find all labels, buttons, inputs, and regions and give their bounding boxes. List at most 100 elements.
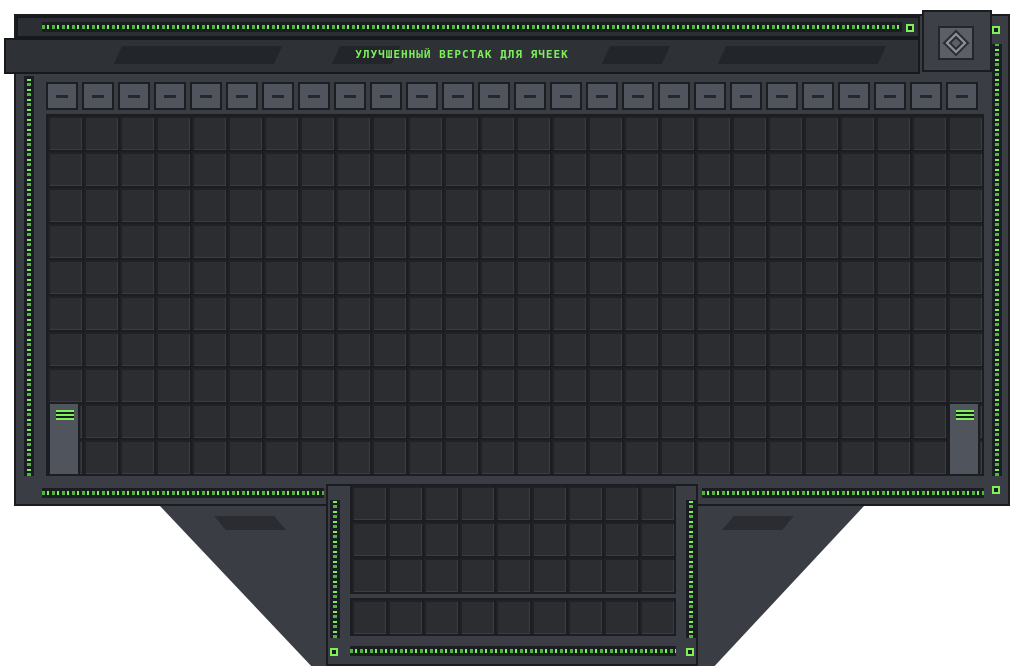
inventory-slot[interactable]	[660, 188, 694, 222]
inventory-slot[interactable]	[372, 116, 406, 150]
output-slot[interactable]	[604, 600, 638, 634]
inventory-slot[interactable]	[588, 368, 622, 402]
crafting-slot[interactable]	[352, 522, 386, 556]
inventory-slot[interactable]	[696, 224, 730, 258]
inventory-slot[interactable]	[516, 368, 550, 402]
inventory-slot[interactable]	[84, 152, 118, 186]
inventory-slot[interactable]	[732, 188, 766, 222]
inventory-slot[interactable]	[588, 260, 622, 294]
crafting-slot[interactable]	[640, 522, 674, 556]
inventory-slot[interactable]	[228, 332, 262, 366]
inventory-slot[interactable]	[408, 152, 442, 186]
inventory-slot[interactable]	[192, 188, 226, 222]
inventory-slot[interactable]	[804, 116, 838, 150]
inventory-slot[interactable]	[48, 332, 82, 366]
tab-button[interactable]	[370, 82, 402, 110]
inventory-slot[interactable]	[480, 404, 514, 438]
crafting-slot[interactable]	[352, 558, 386, 592]
inventory-slot[interactable]	[912, 440, 946, 474]
inventory-slot[interactable]	[552, 440, 586, 474]
tab-button[interactable]	[658, 82, 690, 110]
inventory-slot[interactable]	[444, 440, 478, 474]
inventory-slot[interactable]	[696, 368, 730, 402]
tab-button[interactable]	[586, 82, 618, 110]
crafting-slot[interactable]	[532, 486, 566, 520]
inventory-slot[interactable]	[876, 404, 910, 438]
inventory-slot[interactable]	[840, 116, 874, 150]
inventory-slot[interactable]	[552, 368, 586, 402]
inventory-slot[interactable]	[300, 224, 334, 258]
inventory-slot[interactable]	[804, 404, 838, 438]
inventory-slot[interactable]	[336, 404, 370, 438]
inventory-slot[interactable]	[336, 260, 370, 294]
tab-button[interactable]	[622, 82, 654, 110]
inventory-slot[interactable]	[660, 224, 694, 258]
inventory-slot[interactable]	[696, 332, 730, 366]
inventory-slot[interactable]	[912, 116, 946, 150]
inventory-slot[interactable]	[408, 368, 442, 402]
inventory-slot[interactable]	[552, 188, 586, 222]
inventory-slot[interactable]	[48, 368, 82, 402]
inventory-slot[interactable]	[768, 188, 802, 222]
inventory-slot[interactable]	[804, 296, 838, 330]
inventory-slot[interactable]	[84, 440, 118, 474]
crafting-slot[interactable]	[460, 486, 494, 520]
inventory-slot[interactable]	[624, 296, 658, 330]
inventory-slot[interactable]	[84, 404, 118, 438]
inventory-slot[interactable]	[876, 296, 910, 330]
inventory-slot[interactable]	[192, 260, 226, 294]
inventory-slot[interactable]	[264, 260, 298, 294]
inventory-slot[interactable]	[660, 404, 694, 438]
inventory-slot[interactable]	[804, 188, 838, 222]
inventory-slot[interactable]	[264, 404, 298, 438]
inventory-slot[interactable]	[912, 332, 946, 366]
inventory-slot[interactable]	[372, 368, 406, 402]
inventory-slot[interactable]	[840, 404, 874, 438]
inventory-slot[interactable]	[948, 152, 982, 186]
left-side-tab[interactable]	[48, 402, 80, 476]
inventory-slot[interactable]	[48, 188, 82, 222]
inventory-slot[interactable]	[444, 188, 478, 222]
inventory-slot[interactable]	[732, 368, 766, 402]
inventory-slot[interactable]	[228, 152, 262, 186]
inventory-slot[interactable]	[660, 152, 694, 186]
inventory-slot[interactable]	[444, 332, 478, 366]
inventory-slot[interactable]	[696, 260, 730, 294]
inventory-slot[interactable]	[516, 116, 550, 150]
crafting-slot[interactable]	[388, 522, 422, 556]
crafting-slot[interactable]	[604, 558, 638, 592]
tab-button[interactable]	[514, 82, 546, 110]
inventory-slot[interactable]	[264, 368, 298, 402]
inventory-slot[interactable]	[120, 368, 154, 402]
output-slot[interactable]	[532, 600, 566, 634]
output-slot[interactable]	[352, 600, 386, 634]
inventory-slot[interactable]	[912, 224, 946, 258]
inventory-slot[interactable]	[840, 188, 874, 222]
inventory-slot[interactable]	[228, 188, 262, 222]
tab-button[interactable]	[478, 82, 510, 110]
diamond-emblem-icon[interactable]	[938, 26, 974, 60]
inventory-slot[interactable]	[912, 260, 946, 294]
inventory-slot[interactable]	[876, 260, 910, 294]
tab-button[interactable]	[190, 82, 222, 110]
inventory-slot[interactable]	[300, 296, 334, 330]
inventory-slot[interactable]	[228, 224, 262, 258]
inventory-slot[interactable]	[120, 440, 154, 474]
inventory-slot[interactable]	[336, 152, 370, 186]
inventory-slot[interactable]	[516, 440, 550, 474]
inventory-slot[interactable]	[624, 332, 658, 366]
inventory-slot[interactable]	[444, 404, 478, 438]
inventory-slot[interactable]	[192, 440, 226, 474]
tab-button[interactable]	[262, 82, 294, 110]
inventory-slot[interactable]	[516, 152, 550, 186]
inventory-slot[interactable]	[732, 152, 766, 186]
crafting-slot[interactable]	[568, 558, 602, 592]
inventory-slot[interactable]	[876, 332, 910, 366]
inventory-slot[interactable]	[408, 116, 442, 150]
inventory-slot[interactable]	[516, 260, 550, 294]
inventory-slot[interactable]	[264, 188, 298, 222]
inventory-slot[interactable]	[48, 116, 82, 150]
crafting-slot[interactable]	[532, 558, 566, 592]
crafting-slot[interactable]	[424, 486, 458, 520]
inventory-slot[interactable]	[48, 224, 82, 258]
